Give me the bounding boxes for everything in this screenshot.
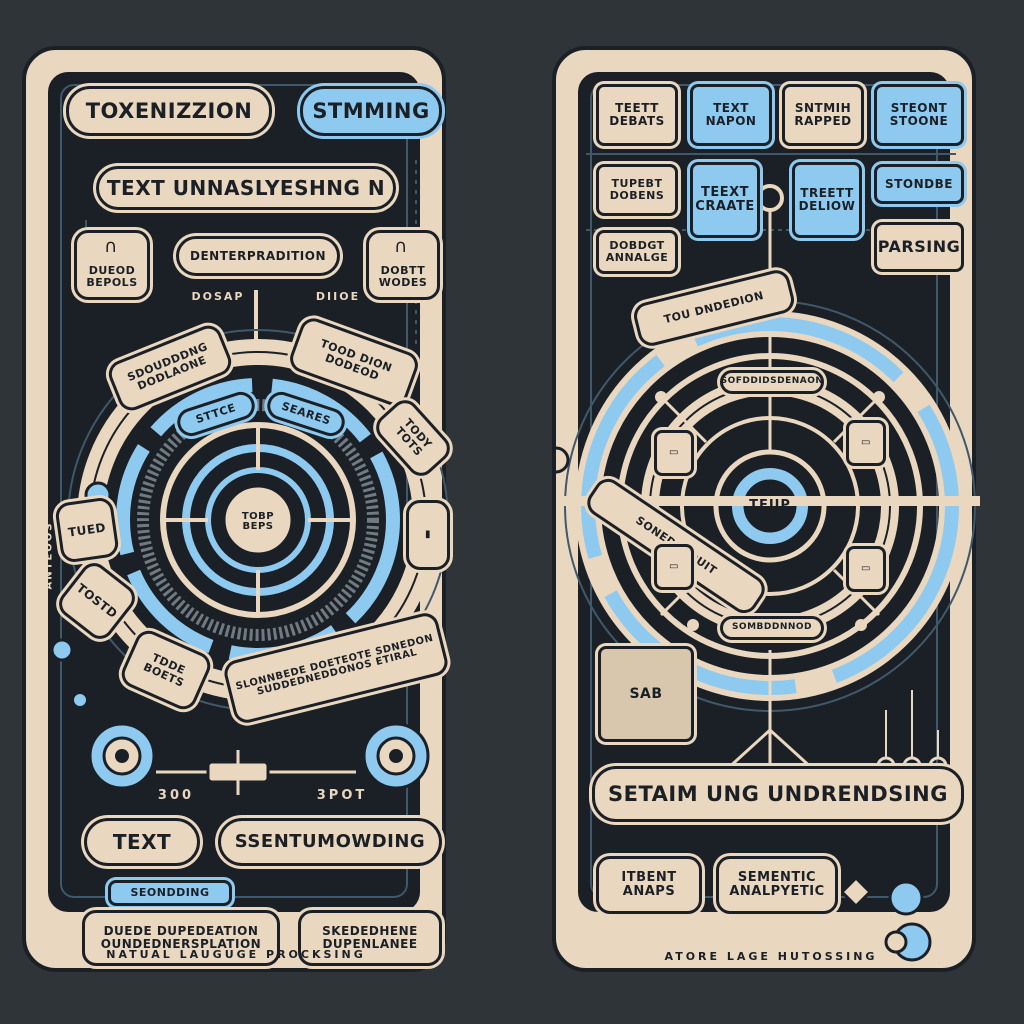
headphones-icon: ∩ xyxy=(104,236,118,257)
sentiment-button[interactable]: SSENTUMOWDING xyxy=(218,818,442,866)
ring-segment-right-lower[interactable]: ▮ xyxy=(406,500,450,570)
corner-card-label: SAB xyxy=(629,685,663,702)
intent-analysis-card[interactable]: ITBENT ANAPS xyxy=(596,856,702,914)
tokenization-pill[interactable]: TOXENIZZION xyxy=(66,86,272,136)
text-analysis-banner[interactable]: TEXT UNNASLYESHNG N xyxy=(96,166,396,210)
blue-tag[interactable]: SEONDDING xyxy=(108,880,232,906)
left-panel: TOXENIZZION STMMING TEXT UNNASLYESHNG N … xyxy=(22,46,456,972)
corner-card[interactable]: SAB xyxy=(598,646,694,742)
center-pill[interactable]: DENTERPRADITION xyxy=(176,236,340,276)
right-panel: TEETT DEBATS TEXT NAPON SNTMIH RAPPED ST… xyxy=(552,46,980,972)
grid-cell-9[interactable]: DOBDGT ANNALGE xyxy=(596,230,678,274)
top-tag-left: DOSAP xyxy=(191,290,245,303)
side-right-label: DOBTT WODES xyxy=(378,264,428,289)
side-left-label: DUEOD BEPOLS xyxy=(86,264,138,289)
right-footer: ATORE LAGE HUTOSSING xyxy=(664,950,878,963)
grid-cell-3[interactable]: SNTMIH RAPPED xyxy=(782,84,864,146)
inner-segment-right-bottom[interactable]: ▭ xyxy=(846,546,886,592)
mic-icon[interactable] xyxy=(624,886,648,910)
inner-top-label[interactable]: SOFDDIDSDENAON xyxy=(720,370,824,394)
parsing-cell[interactable]: PARSING xyxy=(874,222,964,272)
text-button[interactable]: TEXT xyxy=(84,818,200,866)
inner-segment-right-top[interactable]: ▭ xyxy=(846,420,886,466)
inner-glyph-3: ▭ xyxy=(669,560,679,572)
left-core-label: TOBP BEPS xyxy=(241,510,275,532)
slider-right-value: 3POT xyxy=(316,788,368,803)
slider-left-value: 300 xyxy=(157,788,195,803)
right-core-label: TEUP xyxy=(749,498,791,513)
stemming-pill[interactable]: STMMING xyxy=(300,86,442,136)
semantic-understanding-banner[interactable]: SETAIM UNG UNDRENDSING xyxy=(592,766,964,822)
grid-cell-5[interactable]: TUPEBT DOBENS xyxy=(596,164,678,216)
grid-cell-7[interactable]: TREETT DELIOW xyxy=(792,162,862,238)
grid-cell-8[interactable]: STONDBE xyxy=(874,164,964,204)
headphones-right-icon: ∩ xyxy=(394,236,408,257)
inner-glyph-4: ▭ xyxy=(861,562,871,574)
grid-cell-2[interactable]: TEXT NAPON xyxy=(690,84,772,146)
inner-bottom-label[interactable]: SOMBDDNNOD xyxy=(720,616,824,640)
ring-segment-left[interactable]: TUED xyxy=(54,496,120,564)
diamond-icon xyxy=(842,878,870,906)
grid-cell-6[interactable]: TEEXT CRAATE xyxy=(690,162,760,238)
inner-glyph-1: ▭ xyxy=(669,446,679,458)
left-footer: NATUAL LAUGUGE PROCKSING xyxy=(106,948,366,961)
top-tag-right: DIIOE xyxy=(315,290,361,303)
grid-cell-4[interactable]: STEONT STOONE xyxy=(874,84,964,146)
slider-handle[interactable] xyxy=(208,762,268,782)
inner-glyph-2: ▭ xyxy=(861,436,871,448)
semantic-analytic-card[interactable]: SEMENTIC ANALPYETIC xyxy=(716,856,838,914)
inner-segment-left-top[interactable]: ▭ xyxy=(654,430,694,476)
grid-cell-1[interactable]: TEETT DEBATS xyxy=(596,84,678,146)
left-vertical-text: ANTEOOS xyxy=(43,521,55,590)
ring-right-lower-glyph: ▮ xyxy=(424,528,431,540)
inner-segment-left-bottom[interactable]: ▭ xyxy=(654,544,694,590)
